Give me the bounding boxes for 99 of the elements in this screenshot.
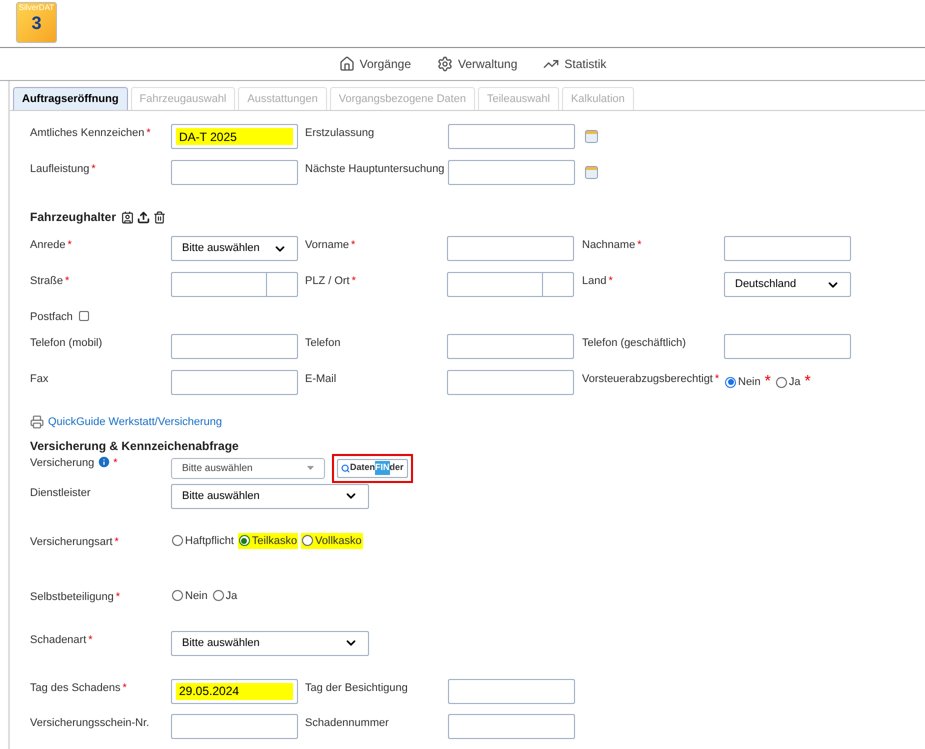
required-mark: * — [122, 680, 127, 696]
radio-button[interactable] — [172, 535, 183, 546]
field-value: DA-T 2025 — [176, 128, 293, 145]
app-logo: SilverDAT 3 — [16, 2, 57, 43]
upload-icon[interactable] — [137, 210, 150, 224]
radio-button[interactable] — [776, 376, 787, 388]
required-mark: * — [714, 372, 720, 387]
field-label: Telefon — [305, 336, 340, 351]
input-field[interactable] — [171, 370, 298, 395]
printer-icon — [30, 415, 44, 430]
field-label: Postfach — [30, 310, 73, 325]
field-label: Telefon (mobil) — [30, 336, 102, 351]
required-mark: * — [116, 590, 120, 604]
radio-button[interactable] — [212, 590, 224, 602]
tab[interactable]: Auftragseröffnung — [13, 87, 128, 110]
radio-button[interactable] — [725, 376, 736, 388]
nav-link[interactable]: Vorgänge — [338, 55, 411, 73]
input-field[interactable] — [724, 236, 851, 261]
required-mark: * — [764, 372, 771, 392]
radio-label: Ja — [226, 588, 238, 604]
required-mark: * — [67, 238, 72, 253]
checkbox[interactable] — [78, 311, 89, 321]
required-mark: * — [114, 534, 119, 550]
select-dropdown[interactable]: Bitte auswählen — [171, 630, 369, 656]
radio-label: Haftpflicht — [185, 534, 234, 548]
field-label: Telefon (geschäftlich) — [582, 336, 686, 351]
input-field[interactable] — [724, 334, 851, 359]
field-label: Laufleistung — [30, 162, 90, 177]
input-field[interactable] — [447, 236, 574, 261]
field-label: Fax — [30, 372, 48, 387]
field-label: Versicherungsschein-Nr. — [30, 716, 150, 730]
required-mark: * — [88, 632, 93, 648]
required-mark: * — [804, 372, 811, 392]
field-label: Selbstbeteiligung — [30, 590, 114, 604]
field-label: Tag der Besichtigung — [305, 680, 408, 696]
input-field[interactable] — [447, 370, 574, 395]
radio-button[interactable] — [172, 590, 183, 602]
input-field[interactable] — [448, 714, 575, 738]
search-icon — [341, 464, 350, 472]
field-label: Straße — [30, 274, 64, 289]
required-mark: * — [146, 126, 151, 141]
input-field[interactable] — [543, 272, 574, 297]
input-field[interactable] — [171, 714, 298, 738]
quickguide-link[interactable]: QuickGuide Werkstatt/Versicherung — [30, 414, 222, 430]
select-dropdown[interactable]: Deutschland — [724, 272, 851, 297]
field-label: E-Mail — [305, 372, 336, 387]
section-title: Versicherung & Kennzeichenabfrage — [30, 438, 239, 454]
select-dropdown[interactable]: Bitte auswählen — [171, 236, 298, 261]
field-label: Dienstleister — [30, 486, 91, 500]
radio-button[interactable] — [238, 535, 250, 546]
calendar-icon[interactable] — [585, 130, 598, 143]
caret-icon — [307, 466, 314, 470]
required-mark: * — [91, 162, 96, 177]
field-label: Amtliches Kennzeichen — [30, 126, 144, 141]
input-field[interactable] — [448, 124, 575, 149]
input-field[interactable]: 29.05.2024 — [171, 678, 298, 704]
select-dropdown[interactable]: Bitte auswählen — [171, 484, 369, 508]
required-mark: * — [637, 238, 642, 253]
home-icon — [338, 56, 355, 72]
radio-label: Nein — [738, 374, 761, 390]
field-label: Nachname — [582, 238, 636, 253]
input-field[interactable] — [447, 272, 543, 297]
required-mark: * — [351, 238, 356, 253]
input-field[interactable] — [171, 160, 298, 185]
field-label: Vorsteuerabzugsberechtigt — [582, 372, 713, 387]
field-label: Versicherung — [30, 456, 94, 470]
input-field[interactable] — [171, 334, 298, 359]
field-label: Schadennummer — [305, 716, 389, 730]
field-label: Anrede — [30, 238, 66, 253]
required-mark: * — [608, 274, 613, 289]
radio-button[interactable] — [302, 535, 314, 546]
field-label: Tag des Schadens — [30, 680, 121, 696]
nav-link[interactable]: Statistik — [543, 55, 606, 73]
select-dropdown[interactable]: Bitte auswählen — [171, 458, 325, 478]
input-field[interactable] — [448, 678, 575, 704]
field-label: Land — [582, 274, 606, 289]
radio-label: Ja — [788, 374, 800, 390]
required-mark: * — [65, 274, 70, 289]
field-label: Schadenart — [30, 632, 86, 648]
field-label: PLZ / Ort — [305, 274, 350, 289]
nav-link[interactable]: Verwaltung — [437, 55, 518, 73]
field-value: 29.05.2024 — [176, 682, 293, 700]
field-label: Vorname — [305, 238, 350, 253]
input-field[interactable] — [448, 160, 575, 185]
field-label: Nächste Hauptuntersuchung — [305, 162, 444, 177]
required-mark: * — [113, 456, 118, 470]
input-field[interactable] — [171, 272, 267, 297]
field-label: Erstzulassung — [305, 126, 374, 141]
input-field[interactable]: DA-T 2025 — [171, 124, 298, 149]
input-field[interactable] — [267, 272, 298, 297]
radio-label: Nein — [185, 588, 208, 604]
gear-icon — [437, 56, 453, 72]
required-mark: * — [352, 274, 356, 289]
section-title: Fahrzeughalter — [30, 209, 116, 226]
contact-icon[interactable] — [121, 210, 134, 224]
calendar-icon[interactable] — [585, 166, 598, 179]
field-label: Versicherungsart — [30, 534, 113, 550]
trash-icon[interactable] — [153, 210, 166, 224]
input-field[interactable] — [447, 334, 574, 359]
